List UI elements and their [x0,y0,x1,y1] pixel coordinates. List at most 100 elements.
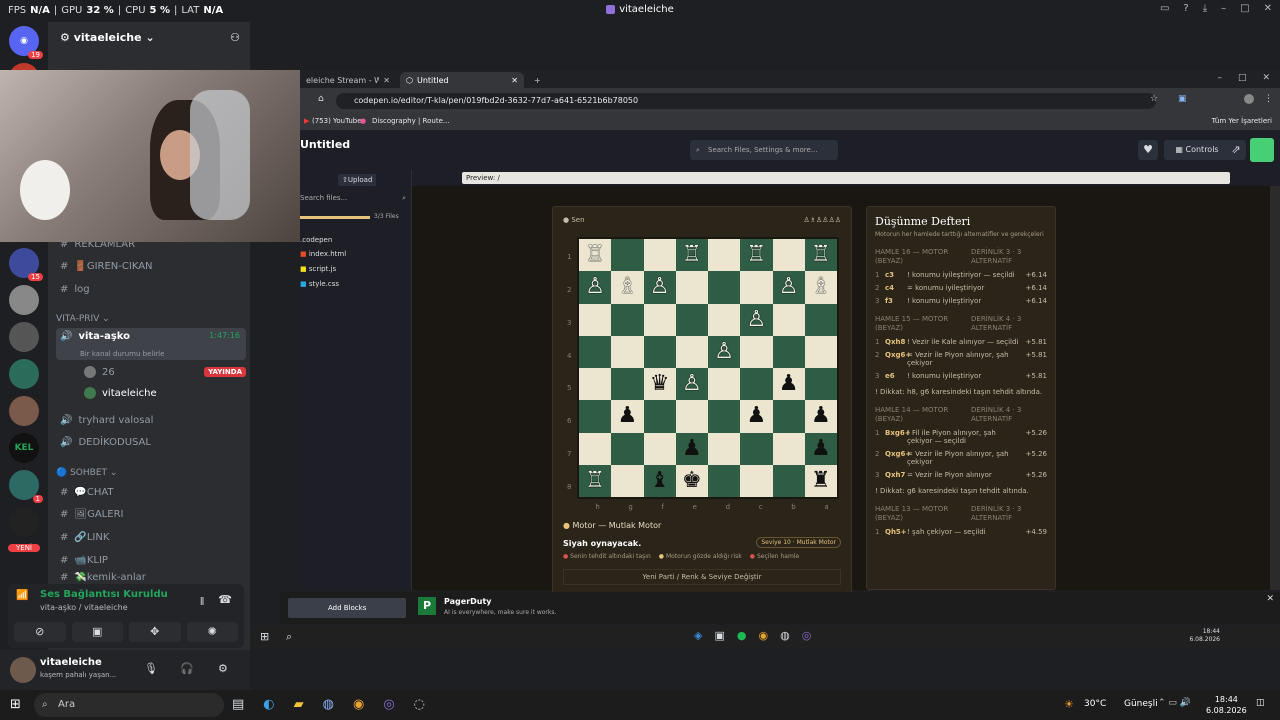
alternative-row[interactable]: 1 Bxg6+! Fil ile Piyon alınıyor, şah çeki… [875,429,1047,445]
board-square[interactable] [740,271,773,304]
search-icon[interactable]: ⌕ [286,630,292,644]
board-square[interactable] [611,335,644,368]
board-square[interactable] [708,271,741,304]
file-js[interactable]: ■ script.js [300,265,336,273]
channel-item[interactable]: # log [56,279,246,299]
category-sohbet[interactable]: 🔵 SOHBET ⌄ [56,468,117,478]
headphones-icon[interactable]: 🎧 [180,662,194,675]
weather-temp[interactable]: 30°C [1084,699,1106,709]
bookmark-youtube[interactable]: (753) YouTube [312,117,362,125]
upload-button[interactable]: ⇧Upload [338,174,377,186]
minimize-icon[interactable]: – [1217,73,1222,83]
board-square[interactable] [804,368,837,401]
new-game-button[interactable]: Yeni Parti / Renk & Seviye Değiştir [563,569,841,585]
server-icon[interactable] [9,396,39,426]
alternative-row[interactable]: 3 Qxh7 = Vezir ile Piyon alınıyor +5.26 [875,471,1047,479]
board-square[interactable] [579,303,612,336]
menu-icon[interactable]: ⋮ [1264,94,1273,104]
board-square[interactable] [740,464,773,497]
close-icon[interactable]: ✕ [1264,3,1272,14]
close-icon[interactable]: ✕ [383,76,390,85]
notification-icon[interactable]: ◫ [1256,698,1265,708]
discord-icon[interactable]: ◎ [802,629,812,642]
board-square[interactable] [804,303,837,336]
folder-codepen[interactable]: .codepen [300,236,332,244]
maximize-icon[interactable]: □ [1240,3,1249,14]
clock[interactable]: 18:44 6.08.2026 [1206,694,1247,716]
board-square[interactable] [611,303,644,336]
board-square[interactable] [579,335,612,368]
server-icon[interactable]: KEL [9,433,39,463]
server-icon[interactable]: 15 [9,248,43,281]
board-square[interactable]: ♗ [804,271,837,304]
microphone-icon[interactable]: 🎙 [144,662,158,675]
server-icon[interactable] [9,507,39,537]
board-square[interactable] [643,239,676,272]
board-square[interactable] [611,432,644,465]
board-square[interactable] [708,432,741,465]
board-square[interactable] [740,432,773,465]
chess-piece[interactable]: ♙ [682,373,702,395]
spotify-icon[interactable]: ● [737,629,747,642]
disconnect-icon[interactable]: ☎ [218,593,232,606]
board-square[interactable] [643,335,676,368]
board-square[interactable] [611,464,644,497]
server-icon[interactable] [9,359,39,389]
board-square[interactable] [772,335,805,368]
file-css[interactable]: ■ style.css [300,280,339,288]
board-square[interactable]: ♟ [772,368,805,401]
channel-item[interactable]: # 🚪GIREN-CIKAN [56,256,246,276]
vscode-icon[interactable]: ◈ [694,629,702,642]
board-square[interactable]: ♚ [675,464,708,497]
url-field[interactable]: codepen.io/editor/T-kla/pen/019fbd2d-363… [336,93,1156,109]
controls-button[interactable]: ▦ Controls [1164,140,1230,160]
chess-piece[interactable]: ♟ [811,405,831,427]
chess-board[interactable]: ♖ ♖ ♖ ♖ ♙ ♗ ♙ ♙ ♗ ♙ ♙ ♛ ♙ ♟ ♟ ♟ ♟ ♟ ♟ ♖ ♝ ♚ ♜ [577,237,839,499]
voice-channel-active[interactable]: 🔊 vita-aşko 1:47:16 Bir kanal durumu belir… [56,328,246,360]
screen-share-button[interactable]: ▣ [71,622,123,642]
close-icon[interactable]: ✕ [511,76,518,85]
chess-piece[interactable]: ♙ [779,276,799,298]
board-square[interactable] [772,400,805,433]
board-square[interactable]: ♖ [579,464,612,497]
channel-item[interactable]: # 🔗LINK [56,527,246,547]
maximize-icon[interactable]: □ [1238,73,1247,83]
add-member-icon[interactable]: ⚇ [230,31,240,44]
board-square[interactable]: ♖ [579,239,612,272]
username[interactable]: vitaeleiche [40,657,102,668]
soundboard-button[interactable]: ✺ [186,622,238,642]
board-square[interactable]: ♙ [740,303,773,336]
board-square[interactable]: ♙ [643,271,676,304]
board-square[interactable]: ♜ [804,464,837,497]
board-square[interactable]: ♝ [643,464,676,497]
alternative-row[interactable]: 3 f3 ! konumu iyileştiriyor +6.14 [875,297,1047,305]
board-square[interactable] [772,303,805,336]
voice-status[interactable]: Bir kanal durumu belirle [60,350,246,358]
alternative-row[interactable]: 1 Qh5+! şah çekiyor — seçildi +4.59 [875,528,1047,536]
home-icon[interactable]: ⌂ [318,94,324,104]
minimize-icon[interactable]: – [1221,3,1226,14]
server-icon[interactable]: 1 [9,470,43,503]
obs-icon[interactable]: ◌ [414,697,425,712]
board-square[interactable]: ♖ [675,239,708,272]
share-icon[interactable]: ⇗ [1226,140,1246,160]
chess-piece[interactable]: ♟ [811,437,831,460]
board-square[interactable]: ♟ [740,400,773,433]
extension-icon[interactable]: ▣ [1178,94,1187,104]
alternative-row[interactable]: 3 e6 ! konumu iyileştiriyor +5.81 [875,372,1047,380]
system-tray-icons[interactable]: ⌃ ▭ 🔊 [1158,698,1191,708]
board-square[interactable] [643,432,676,465]
board-square[interactable] [579,368,612,401]
board-square[interactable] [579,400,612,433]
board-square[interactable] [772,239,805,272]
board-square[interactable] [804,335,837,368]
chess-piece[interactable]: ♖ [747,244,767,266]
board-square[interactable]: ♖ [804,239,837,272]
board-square[interactable]: ♙ [675,368,708,401]
board-square[interactable]: ♟ [611,400,644,433]
tab-untitled[interactable]: ⬡ Untitled ✕ [400,72,524,88]
codepen-search[interactable]: ⌕ Search Files, Settings & more... [690,140,838,160]
server-header[interactable]: ⚙ vitaeleiche ⌄ ⚇ [48,22,250,52]
voice-member[interactable]: vitaeleiche [56,383,246,403]
board-square[interactable] [675,271,708,304]
